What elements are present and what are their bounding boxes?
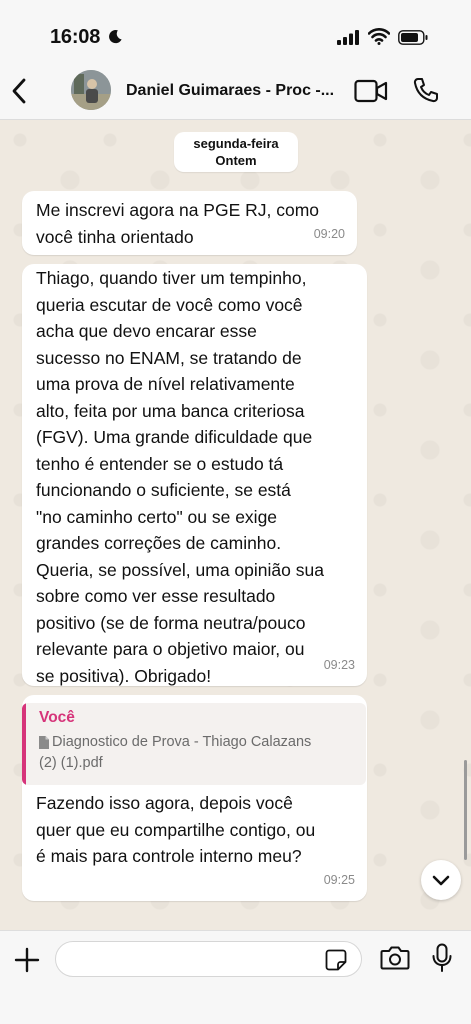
contact-name[interactable]: Daniel Guimaraes - Proc -...: [126, 82, 346, 100]
camera-icon[interactable]: [380, 945, 410, 971]
document-icon: [39, 736, 49, 749]
message-bubble[interactable]: Me inscrevi agora na PGE RJ, como você t…: [22, 191, 357, 255]
avatar[interactable]: [71, 70, 111, 110]
quote-author: Você: [39, 709, 75, 726]
scroll-down-button[interactable]: [421, 860, 461, 900]
message-text: Me inscrevi agora na PGE RJ, como você t…: [36, 200, 320, 247]
video-call-icon[interactable]: [354, 79, 388, 103]
message-bubble[interactable]: Thiago, quando tiver um tempinho, queria…: [22, 264, 367, 686]
sticker-icon[interactable]: [325, 949, 347, 971]
input-bar: [0, 930, 471, 1024]
date-chip-relative: Ontem: [215, 153, 257, 168]
scrollbar[interactable]: [464, 760, 467, 860]
quoted-message[interactable]: Você Diagnostico de Prova - Thiago Calaz…: [22, 703, 366, 785]
message-text: Fazendo isso agora, depois você quer que…: [36, 793, 316, 866]
message-text: Thiago, quando tiver um tempinho, queria…: [36, 268, 324, 686]
phone-call-icon[interactable]: [412, 76, 440, 104]
quote-filename: Diagnostico de Prova - Thiago Calazans: [52, 734, 312, 750]
status-bar: 16:08: [0, 0, 471, 70]
chat-header: Daniel Guimaraes - Proc -...: [0, 62, 471, 120]
message-time: 09:23: [323, 657, 355, 672]
wifi-icon: [368, 28, 390, 45]
battery-icon: [398, 30, 428, 45]
signal-icon: [337, 30, 359, 45]
quote-accent-bar: [22, 703, 26, 785]
moon-icon: [109, 30, 122, 44]
status-time: 16:08: [50, 26, 101, 48]
chevron-down-icon: [432, 875, 450, 886]
message-input[interactable]: [55, 941, 362, 977]
microphone-icon[interactable]: [431, 943, 453, 973]
plus-icon[interactable]: [14, 947, 40, 973]
avatar-photo-icon: [71, 70, 111, 110]
date-chip-day: segunda-feira: [193, 136, 279, 151]
quote-filename-continued: (2) (1).pdf: [39, 755, 103, 771]
message-time: 09:20: [313, 226, 345, 241]
date-chip: segunda-feira Ontem: [174, 132, 298, 172]
back-chevron-icon[interactable]: [8, 74, 32, 108]
message-time: 09:25: [323, 872, 355, 887]
